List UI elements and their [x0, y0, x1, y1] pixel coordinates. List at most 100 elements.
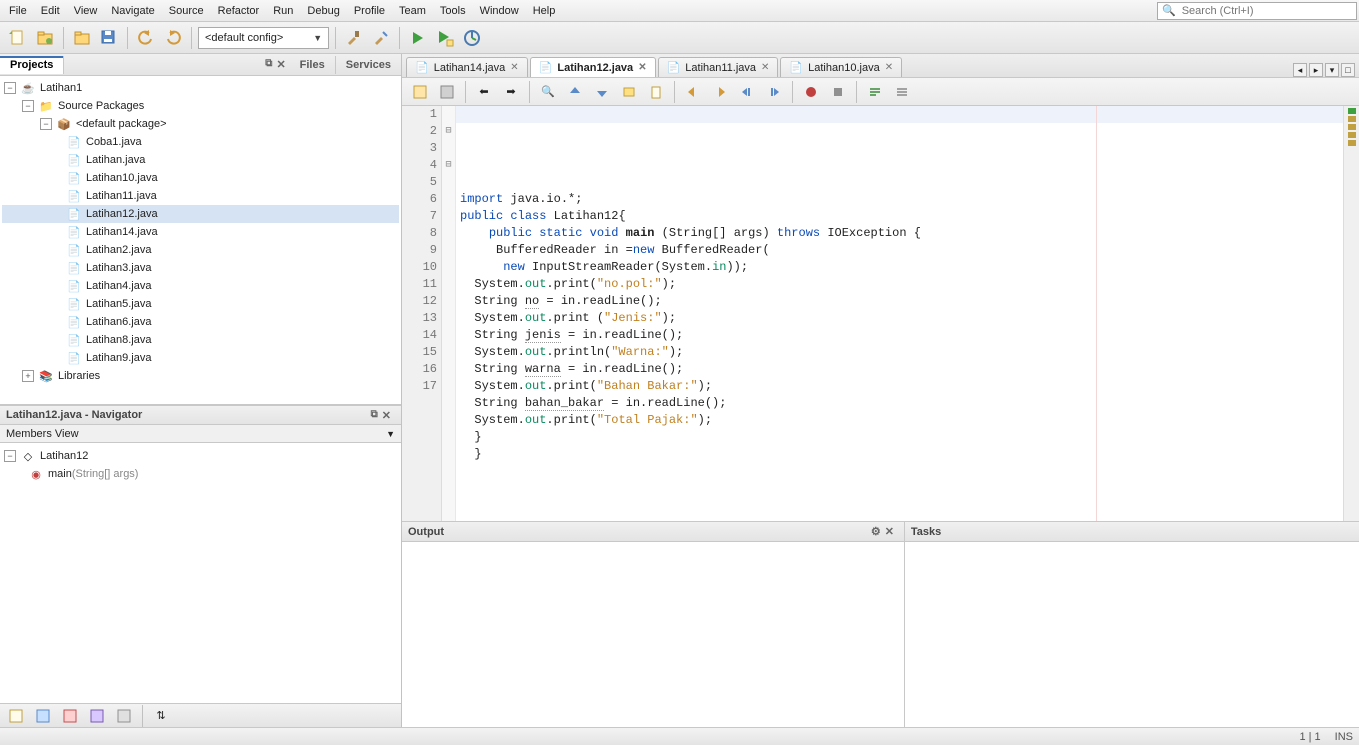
nav-class-node[interactable]: − ◇ Latihan12 [4, 447, 397, 465]
project-tree[interactable]: − ☕ Latihan1 − 📁 Source Packages − 📦 <de… [0, 76, 401, 405]
menu-file[interactable]: File [2, 3, 34, 19]
build-button[interactable] [342, 26, 366, 50]
redo-button[interactable] [161, 26, 185, 50]
tree-file-item[interactable]: 📄Latihan8.java [2, 331, 399, 349]
tab-prev-button[interactable]: ◂ [1293, 63, 1307, 77]
tree-file-item[interactable]: 📄Latihan10.java [2, 169, 399, 187]
tree-file-item[interactable]: 📄Latihan9.java [2, 349, 399, 367]
tab-files[interactable]: Files [290, 56, 336, 74]
editor-scrollbar[interactable] [1343, 106, 1359, 521]
members-view-combo[interactable]: Members View ▼ [0, 425, 401, 443]
uncomment-button[interactable] [890, 80, 914, 104]
profile-button[interactable] [460, 26, 484, 50]
menu-help[interactable]: Help [526, 3, 563, 19]
source-button[interactable] [408, 80, 432, 104]
menu-navigate[interactable]: Navigate [104, 3, 161, 19]
close-tab-icon[interactable]: ✕ [885, 62, 893, 73]
global-search[interactable]: 🔍 [1157, 2, 1357, 20]
macro-record-button[interactable] [799, 80, 823, 104]
menu-refactor[interactable]: Refactor [211, 3, 267, 19]
output-content[interactable] [402, 542, 904, 727]
menu-tools[interactable]: Tools [433, 3, 473, 19]
tree-file-item[interactable]: 📄Coba1.java [2, 133, 399, 151]
forward-button[interactable]: ➡ [499, 80, 523, 104]
tree-default-package[interactable]: − 📦 <default package> [2, 115, 399, 133]
highlight-button[interactable] [617, 80, 641, 104]
find-button[interactable]: 🔍 [536, 80, 560, 104]
navigator-tree[interactable]: − ◇ Latihan12 ◉ main(String[] args) [0, 443, 401, 703]
menu-window[interactable]: Window [473, 3, 526, 19]
maximize-button[interactable]: □ [1341, 63, 1355, 77]
filter-2-button[interactable] [31, 704, 55, 728]
collapse-icon[interactable]: ⧉ [371, 409, 378, 422]
shift-left-button[interactable] [735, 80, 759, 104]
comment-button[interactable] [863, 80, 887, 104]
tree-file-item[interactable]: 📄Latihan6.java [2, 313, 399, 331]
editor-tab[interactable]: 📄Latihan14.java✕ [406, 57, 528, 77]
tree-file-item[interactable]: 📄Latihan.java [2, 151, 399, 169]
close-panel-icon[interactable]: ✕ [276, 58, 285, 71]
prev-occurrence-button[interactable] [563, 80, 587, 104]
menu-view[interactable]: View [67, 3, 105, 19]
settings-icon[interactable]: ⚙ [871, 525, 881, 538]
tree-libraries[interactable]: + 📚 Libraries [2, 367, 399, 385]
history-button[interactable] [435, 80, 459, 104]
save-all-button[interactable] [97, 26, 121, 50]
tab-list-button[interactable]: ▾ [1325, 63, 1339, 77]
macro-stop-button[interactable] [826, 80, 850, 104]
close-tab-icon[interactable]: ✕ [638, 62, 646, 73]
tab-projects[interactable]: Projects [0, 56, 64, 74]
fold-gutter[interactable]: ⊟ ⊟ [442, 106, 456, 521]
tab-services[interactable]: Services [336, 56, 401, 74]
tree-file-item[interactable]: 📄Latihan11.java [2, 187, 399, 205]
undo-button[interactable] [134, 26, 158, 50]
shift-right-button[interactable] [762, 80, 786, 104]
run-button[interactable] [406, 26, 430, 50]
filter-3-button[interactable] [58, 704, 82, 728]
menu-edit[interactable]: Edit [34, 3, 67, 19]
tree-file-item[interactable]: 📄Latihan5.java [2, 295, 399, 313]
back-button[interactable]: ⬅ [472, 80, 496, 104]
tree-file-item[interactable]: 📄Latihan4.java [2, 277, 399, 295]
toggle-bookmark-button[interactable] [644, 80, 668, 104]
collapse-icon[interactable]: ⧉ [265, 58, 272, 71]
next-occurrence-button[interactable] [590, 80, 614, 104]
code-editor[interactable]: 1234567891011121314151617 ⊟ ⊟ import jav… [402, 106, 1359, 522]
search-input[interactable] [1180, 4, 1352, 18]
next-bookmark-button[interactable] [708, 80, 732, 104]
editor-tab[interactable]: 📄Latihan11.java✕ [658, 57, 779, 77]
close-tab-icon[interactable]: ✕ [761, 62, 769, 73]
code-content[interactable]: import java.io.*;public class Latihan12{… [456, 106, 1343, 521]
tree-file-item[interactable]: 📄Latihan3.java [2, 259, 399, 277]
menu-source[interactable]: Source [162, 3, 211, 19]
nav-method-node[interactable]: ◉ main(String[] args) [4, 465, 397, 483]
clean-build-button[interactable] [369, 26, 393, 50]
open-button[interactable] [70, 26, 94, 50]
close-panel-icon[interactable]: ✕ [885, 525, 894, 538]
menu-run[interactable]: Run [266, 3, 300, 19]
editor-tab[interactable]: 📄Latihan10.java✕ [780, 57, 902, 77]
tree-file-item[interactable]: 📄Latihan2.java [2, 241, 399, 259]
menu-debug[interactable]: Debug [300, 3, 346, 19]
new-file-button[interactable] [6, 26, 30, 50]
editor-tab[interactable]: 📄Latihan12.java✕ [530, 57, 656, 77]
tree-source-packages[interactable]: − 📁 Source Packages [2, 97, 399, 115]
tree-file-item[interactable]: 📄Latihan14.java [2, 223, 399, 241]
filter-4-button[interactable] [85, 704, 109, 728]
filter-5-button[interactable] [112, 704, 136, 728]
menu-team[interactable]: Team [392, 3, 433, 19]
prev-bookmark-button[interactable] [681, 80, 705, 104]
debug-button[interactable] [433, 26, 457, 50]
tree-file-item[interactable]: 📄Latihan12.java [2, 205, 399, 223]
close-panel-icon[interactable]: ✕ [382, 409, 391, 422]
tasks-content[interactable] [905, 542, 1359, 727]
new-project-button[interactable] [33, 26, 57, 50]
tree-project-root[interactable]: − ☕ Latihan1 [2, 79, 399, 97]
menu-profile[interactable]: Profile [347, 3, 392, 19]
file-name-label: Latihan4.java [86, 280, 151, 292]
close-tab-icon[interactable]: ✕ [510, 62, 518, 73]
filter-1-button[interactable] [4, 704, 28, 728]
sort-button[interactable]: ⇅ [149, 704, 173, 728]
run-config-combo[interactable]: <default config> ▼ [198, 27, 329, 49]
tab-next-button[interactable]: ▸ [1309, 63, 1323, 77]
